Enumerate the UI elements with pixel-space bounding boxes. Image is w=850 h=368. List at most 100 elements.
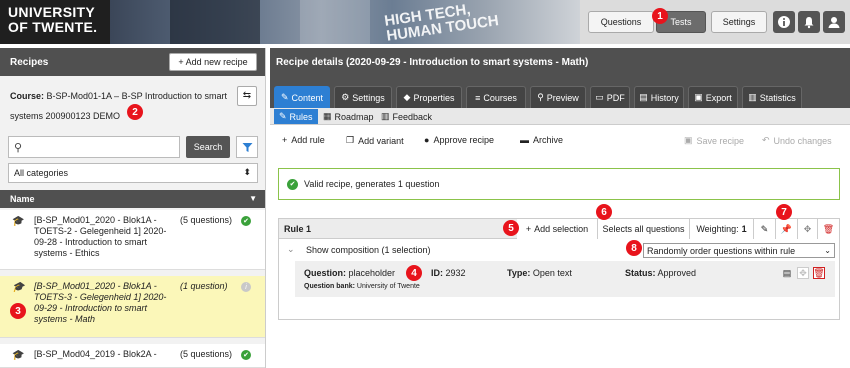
subtab-rules[interactable]: ✎ Rules xyxy=(274,109,318,124)
trash-icon[interactable]: 🗑 xyxy=(817,219,839,239)
id-value: 2932 xyxy=(445,268,466,278)
chevron-down-icon[interactable]: ⌄ xyxy=(287,244,295,255)
weighting-control[interactable]: Weighting: 1 xyxy=(689,219,753,239)
questions-nav-button[interactable]: Questions xyxy=(588,11,654,33)
add-rule-button[interactable]: + Add rule xyxy=(282,135,325,145)
undo-changes-button[interactable]: ↶ Undo changes xyxy=(762,135,832,146)
approve-recipe-label: Approve recipe xyxy=(433,135,494,145)
recipe-list-item[interactable]: 🎓 [B-SP_Mod04_2019 - Blok2A - (5 questio… xyxy=(0,344,265,368)
tab-label: History xyxy=(650,92,679,103)
category-select[interactable]: All categories ⬍ xyxy=(8,163,258,183)
recipe-toolbar: + Add rule ❐ Add variant ● Approve recipe ▬… xyxy=(270,130,850,154)
tab-settings[interactable]: ⚙ Settings xyxy=(334,86,392,108)
tab-preview[interactable]: ⚲ Preview xyxy=(530,86,586,108)
annotation-marker-4: 4 xyxy=(406,265,422,281)
recipe-search-input[interactable]: ⚲ xyxy=(8,136,180,158)
move-icon[interactable]: ✥ xyxy=(797,267,809,279)
add-variant-label: Add variant xyxy=(358,135,404,146)
university-logo[interactable]: UNIVERSITY OF TWENTE. xyxy=(0,0,110,44)
bell-icon[interactable] xyxy=(798,11,820,33)
table-icon: ▦ xyxy=(323,111,332,121)
save-recipe-label: Save recipe xyxy=(696,135,745,146)
list-icon: ≡ xyxy=(475,92,481,103)
tag-icon: ◆ xyxy=(403,92,411,102)
trash-icon[interactable]: 🗑 xyxy=(813,267,825,279)
validation-message: ✔ Valid recipe, generates 1 question xyxy=(278,168,840,200)
filter-icon[interactable] xyxy=(236,136,258,158)
add-selection-button[interactable]: + Add selection xyxy=(517,219,597,239)
tab-courses[interactable]: ≡ Courses xyxy=(466,86,526,108)
list-header-name[interactable]: Name ▼ xyxy=(0,190,265,208)
switch-course-icon[interactable]: ⇆ xyxy=(237,86,257,106)
file-icon: ▭ xyxy=(595,92,604,102)
recipe-item-name: [B-SP_Mod01_2020 - Blok1A - TOETS-3 - Ge… xyxy=(34,281,167,324)
annotation-marker-2: 2 xyxy=(127,104,143,120)
add-variant-button[interactable]: ❐ Add variant xyxy=(346,135,404,146)
search-icon: ⚲ xyxy=(14,142,23,154)
tab-statistics[interactable]: ▥ Statistics xyxy=(742,86,802,108)
save-icon: ▣ xyxy=(684,135,693,145)
recipe-list-item-selected[interactable]: 🎓 [B-SP_Mod01_2020 - Blok1A - TOETS-3 - … xyxy=(0,276,265,338)
user-icon[interactable] xyxy=(823,11,845,33)
settings-nav-button[interactable]: Settings xyxy=(711,11,767,33)
recipe-item-count: (5 questions) xyxy=(180,215,233,225)
select-all-questions-button[interactable]: Selects all questions xyxy=(597,219,689,239)
undo-icon: ↶ xyxy=(762,135,770,145)
weighting-label: Weighting: xyxy=(696,224,739,234)
save-recipe-button[interactable]: ▣ Save recipe xyxy=(684,135,744,146)
search-button[interactable]: Search xyxy=(186,136,230,158)
status-value: Approved xyxy=(657,268,697,278)
search-icon: ⚲ xyxy=(537,92,544,102)
weighting-value: 1 xyxy=(741,224,747,234)
tab-export[interactable]: ▣ Export xyxy=(688,86,738,108)
annotation-marker-8: 8 xyxy=(626,240,642,256)
status-label: Status: xyxy=(625,268,656,278)
archive-button[interactable]: ▬ Archive xyxy=(520,135,563,145)
plus-icon: + xyxy=(282,135,288,145)
id-label: ID: xyxy=(431,268,443,278)
tab-label: Settings xyxy=(352,92,385,103)
move-icon[interactable]: ✥ xyxy=(797,219,817,239)
add-new-recipe-button[interactable]: + Add new recipe xyxy=(169,53,257,71)
recipe-item-name: [B-SP_Mod01_2020 - Blok1A - TOETS-2 - Ge… xyxy=(34,215,167,258)
info-icon[interactable] xyxy=(773,11,795,33)
add-selection-label: Add selection xyxy=(534,224,589,234)
recipe-list-item[interactable]: 🎓 [B-SP_Mod01_2020 - Blok1A - TOETS-2 - … xyxy=(0,210,265,270)
archive-label: Archive xyxy=(533,135,564,145)
file-icon[interactable]: ▤ xyxy=(781,267,793,279)
recipes-panel: Recipes + Add new recipe Course: B-SP-Mo… xyxy=(0,48,266,368)
approve-recipe-button[interactable]: ● Approve recipe xyxy=(424,135,494,145)
tab-history[interactable]: ▤ History xyxy=(634,86,684,108)
tab-label: Export xyxy=(705,92,732,103)
tab-content[interactable]: ✎ Content xyxy=(274,86,330,108)
pin-icon[interactable]: 📌 xyxy=(775,219,797,239)
tab-label: PDF xyxy=(606,92,625,103)
tab-label: Content xyxy=(291,92,324,103)
subtab-feedback[interactable]: ▥ Feedback xyxy=(376,109,437,124)
copy-icon: ❐ xyxy=(346,135,355,145)
recipe-item-count: (5 questions) xyxy=(180,349,233,359)
pencil-icon[interactable]: ✎ xyxy=(753,219,775,239)
graduation-cap-icon: 🎓 xyxy=(12,216,25,227)
rule-header: Rule 1 + Add selection Selects all questi… xyxy=(279,219,839,239)
subtab-label: Rules xyxy=(289,111,313,122)
undo-changes-label: Undo changes xyxy=(773,135,832,146)
tab-properties[interactable]: ◆ Properties xyxy=(396,86,462,108)
recipes-title: Recipes xyxy=(10,56,49,68)
tab-label: Statistics xyxy=(759,92,796,103)
question-order-select[interactable]: Randomly order questions within rule ⌄ xyxy=(643,243,835,258)
check-circle-icon: ● xyxy=(424,135,430,145)
gear-icon: ⚙ xyxy=(341,92,350,102)
tab-label: Preview xyxy=(546,92,579,103)
subtab-roadmap[interactable]: ▦ Roadmap xyxy=(318,109,379,124)
list-header-label: Name xyxy=(10,194,35,204)
validation-text: Valid recipe, generates 1 question xyxy=(304,179,440,189)
question-order-value: Randomly order questions within rule xyxy=(647,245,796,256)
tab-pdf[interactable]: ▭ PDF xyxy=(590,86,630,108)
show-composition-toggle[interactable]: Show composition (1 selection) xyxy=(306,245,431,255)
course-label: Course: xyxy=(10,91,45,101)
header-nav: Questions Tests Settings xyxy=(580,0,850,44)
subtabs: ✎ Rules ▦ Roadmap ▥ Feedback xyxy=(270,108,850,125)
logo-line-1: UNIVERSITY xyxy=(8,4,96,20)
tab-label: Courses xyxy=(483,92,517,103)
